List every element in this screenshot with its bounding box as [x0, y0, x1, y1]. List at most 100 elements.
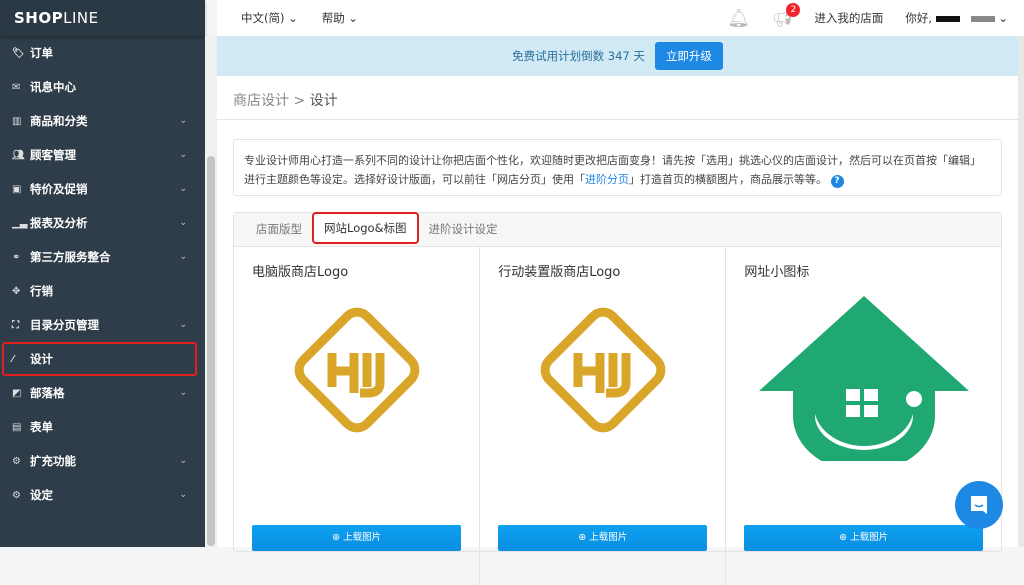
help-icon[interactable]: ?: [830, 175, 844, 188]
sidebar-item[interactable]: ⚙ 设定 ⌄: [0, 478, 205, 512]
form-icon: ▤: [12, 421, 22, 433]
chevron-down-icon: ⌄: [179, 456, 187, 466]
sidebar-item[interactable]: ▤ 表单: [0, 410, 205, 444]
chevron-down-icon: ⌄: [179, 218, 187, 228]
page-scrollbar[interactable]: [1018, 36, 1024, 547]
sidebar-item[interactable]: ◩ 部落格 ⌄: [0, 376, 205, 410]
cogs-icon: ⚙: [12, 455, 21, 467]
users-icon: 👥︎: [12, 149, 25, 161]
chevron-down-icon: ⌄: [179, 184, 187, 194]
chevron-down-icon: ⌄: [179, 252, 187, 262]
tags-icon: 🏷︎: [12, 47, 25, 59]
chat-icon: [971, 496, 987, 514]
edit-icon: ◩: [12, 387, 22, 399]
notification-badge: 2: [786, 2, 801, 17]
mobile-logo-card: 行动装置版商店Logo ⊕ 上载图片: [480, 247, 727, 585]
sidebar-item[interactable]: ⁄ 设计: [2, 342, 197, 376]
sidebar-item[interactable]: ✥ 行销: [0, 274, 205, 308]
logo-light: LINE: [63, 9, 99, 27]
sidebar-item[interactable]: ⚙ 扩充功能 ⌄: [0, 444, 205, 478]
sidebar-item-label: 讯息中心: [30, 80, 76, 94]
magic-wand-icon: ⁄: [12, 353, 14, 365]
link-icon: ⚭: [12, 251, 21, 263]
design-panel: 店面版型 网站Logo&标图 进阶设计设定 电脑版商店Logo ⊕ 上载图片 行…: [233, 212, 1002, 585]
store-logo-image: [540, 307, 666, 433]
sidebar-item-label: 特价及促销: [30, 182, 88, 196]
sidebar-item-label: 表单: [30, 420, 53, 434]
breadcrumb-current: 设计: [309, 93, 338, 109]
card-title: 行动装置版商店Logo: [498, 265, 621, 280]
upload-image-button[interactable]: ⊕ 上载图片: [252, 525, 462, 551]
greeting: 你好,: [905, 11, 933, 25]
upload-image-button[interactable]: ⊕ 上载图片: [498, 525, 708, 551]
breadcrumb-parent[interactable]: 商店设计: [233, 93, 289, 109]
language-dropdown[interactable]: 中文(简) ⌄: [241, 10, 298, 26]
tab-store-theme[interactable]: 店面版型: [246, 212, 312, 246]
sitemap-icon: ⛶: [12, 319, 19, 331]
sidebar-item[interactable]: 🏷︎ 订单: [0, 36, 205, 70]
chat-button[interactable]: [955, 481, 1003, 529]
money-icon: ▣: [12, 183, 22, 195]
help-dropdown[interactable]: 帮助 ⌄: [322, 10, 358, 26]
upload-label: 上载图片: [343, 532, 382, 543]
sidebar-item-label: 订单: [30, 46, 53, 60]
chevron-down-icon: ⌄: [179, 116, 187, 126]
shopline-logo[interactable]: SHOP LINE: [0, 0, 205, 36]
bell-icon[interactable]: 🔔︎: [727, 8, 750, 29]
sidebar-item[interactable]: ▥ 商品和分类 ⌄: [0, 104, 205, 138]
favicon-card: 网址小图标 ⊕ 上载图片: [726, 247, 1001, 585]
store-link[interactable]: 进入我的店面: [814, 10, 883, 26]
sidebar-item-label: 目录分页管理: [30, 318, 99, 332]
megaphone-icon[interactable]: 📢︎ 2: [772, 2, 801, 28]
sidebar-item-label: 顾客管理: [30, 148, 76, 162]
sidebar-item-label: 设计: [30, 352, 53, 366]
upgrade-button[interactable]: 立即升级: [654, 42, 723, 70]
chevron-down-icon: ⌄: [179, 388, 187, 398]
sidebar-item[interactable]: ▣ 特价及促销 ⌄: [0, 172, 205, 206]
chevron-down-icon: ⌄: [179, 490, 187, 500]
design-description: 专业设计师用心打造一系列不同的设计让你把店面个性化，欢迎随时更改把店面变身！请先…: [233, 139, 1002, 196]
language-label: 中文(简): [241, 11, 285, 25]
envelope-icon: ✉: [12, 81, 21, 93]
sidebar-item[interactable]: ⚭ 第三方服务整合 ⌄: [0, 240, 205, 274]
sidebar: SHOP LINE 🏷︎ 订单 ✉ 讯息中心 ▥ 商品和分类 ⌄ 👥︎ 顾客管理 ⌄ ▣ 特价及促销 ⌄ ▁…: [0, 0, 205, 547]
scrollbar-thumb[interactable]: [207, 156, 215, 546]
sidebar-item[interactable]: ⛶ 目录分页管理 ⌄: [0, 308, 205, 342]
crosshair-icon: ✥: [12, 285, 21, 297]
trial-banner: 免费试用计划倒数 347 天 立即升级: [217, 36, 1018, 76]
help-label: 帮助: [321, 11, 345, 25]
sidebar-item[interactable]: ✉ 讯息中心: [0, 70, 205, 104]
advanced-pages-link[interactable]: 进阶分页: [585, 173, 629, 186]
upload-label: 上载图片: [589, 532, 628, 543]
sidebar-item[interactable]: ▁▃ 报表及分析 ⌄: [0, 206, 205, 240]
chevron-down-icon: ⌄: [179, 150, 187, 160]
logo-bold: SHOP: [14, 9, 64, 27]
card-title: 网址小图标: [744, 265, 810, 280]
breadcrumb-separator: >: [293, 93, 306, 109]
desktop-logo-card: 电脑版商店Logo ⊕ 上载图片: [234, 247, 481, 585]
store-logo-image: [294, 307, 419, 433]
tab-bar: 店面版型 网站Logo&标图 进阶设计设定: [234, 212, 1001, 247]
sidebar-item-label: 设定: [30, 488, 53, 502]
tab-logo-icon[interactable]: 网站Logo&标图: [312, 212, 419, 244]
bar-chart-icon: ▁▃: [12, 217, 28, 229]
sidebar-item-label: 第三方服务整合: [30, 250, 111, 264]
upload-image-button[interactable]: ⊕ 上载图片: [744, 525, 983, 551]
barcode-icon: ▥: [12, 115, 22, 127]
sidebar-item[interactable]: 👥︎ 顾客管理 ⌄: [0, 138, 205, 172]
description-text-after: 」打造首页的横额图片，商品展示等等。: [629, 173, 827, 186]
user-menu[interactable]: 你好, ⌄: [905, 10, 1008, 26]
gear-icon: ⚙: [12, 489, 21, 501]
chevron-down-icon: ⌄: [179, 320, 187, 330]
tab-advanced-design[interactable]: 进阶设计设定: [419, 212, 508, 246]
trial-text: 免费试用计划倒数 347 天: [512, 49, 645, 63]
sidebar-item-label: 扩充功能: [30, 454, 76, 468]
top-bar: 中文(简) ⌄ 帮助 ⌄ 🔔︎ 📢︎ 2 进入我的店面 你好, ⌄: [217, 0, 1024, 36]
sidebar-scrollbar[interactable]: [205, 36, 217, 547]
main-content: 商店设计 > 设计 专业设计师用心打造一系列不同的设计让你把店面个性化，欢迎随时…: [217, 76, 1018, 585]
sidebar-nav: 🏷︎ 订单 ✉ 讯息中心 ▥ 商品和分类 ⌄ 👥︎ 顾客管理 ⌄ ▣ 特价及促销 ⌄ ▁▃ 报表及分析 ⌄ ⚭ 第…: [0, 36, 205, 512]
sidebar-item-label: 行销: [30, 284, 53, 298]
sidebar-item-label: 部落格: [30, 386, 65, 400]
sidebar-item-label: 报表及分析: [30, 216, 88, 230]
card-title: 电脑版商店Logo: [252, 265, 349, 280]
